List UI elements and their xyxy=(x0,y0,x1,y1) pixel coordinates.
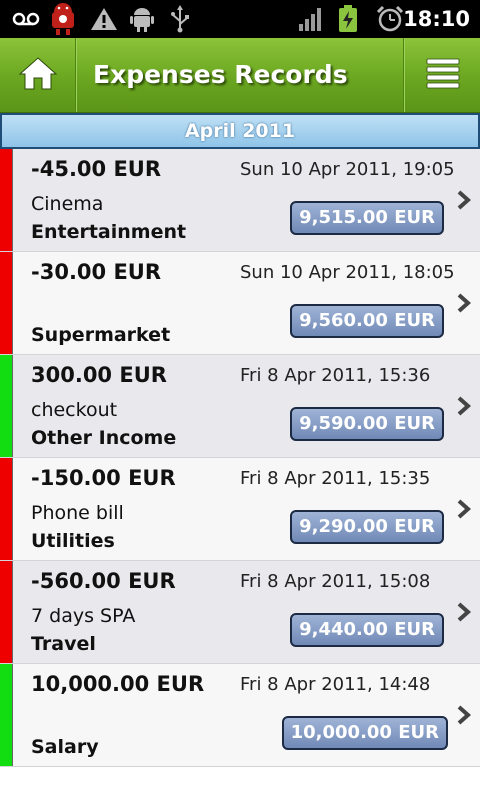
record-date: Sun 10 Apr 2011, 19:05 xyxy=(240,159,455,180)
action-bar: Expenses Records xyxy=(0,38,480,113)
record-balance-badge: 9,440.00 EUR xyxy=(290,613,444,647)
record-amount: -560.00 EUR xyxy=(31,569,176,593)
record-type-indicator xyxy=(0,664,13,766)
status-bar: 18:10 xyxy=(0,0,480,38)
record-type-indicator xyxy=(0,149,13,251)
voicemail-icon xyxy=(12,5,40,33)
menu-button[interactable] xyxy=(405,38,480,112)
record-type-indicator xyxy=(0,458,13,560)
record-category: Supermarket xyxy=(31,324,171,346)
record-note: 7 days SPA xyxy=(31,605,136,627)
alarm-icon xyxy=(376,5,404,33)
record-date: Fri 8 Apr 2011, 14:48 xyxy=(240,674,431,695)
record-amount: -45.00 EUR xyxy=(31,157,162,181)
page-title: Expenses Records xyxy=(93,60,348,89)
usb-icon xyxy=(170,5,190,33)
record-row[interactable]: -560.00 EUR Fri 8 Apr 2011, 15:08 7 days… xyxy=(0,561,480,664)
record-category: Salary xyxy=(31,736,99,758)
record-amount: 10,000.00 EUR xyxy=(31,672,205,696)
battery-charging-icon xyxy=(338,5,358,33)
records-list: -45.00 EUR Sun 10 Apr 2011, 19:05 Cinema… xyxy=(0,149,480,767)
record-type-indicator xyxy=(0,252,13,354)
android-debug-icon xyxy=(130,5,154,33)
record-row[interactable]: -30.00 EUR Sun 10 Apr 2011, 18:05 Superm… xyxy=(0,252,480,355)
record-row[interactable]: 10,000.00 EUR Fri 8 Apr 2011, 14:48 Sala… xyxy=(0,664,480,767)
home-button[interactable] xyxy=(0,38,76,112)
record-balance-badge: 9,590.00 EUR xyxy=(290,407,444,441)
record-date: Fri 8 Apr 2011, 15:08 xyxy=(240,571,431,592)
record-category: Utilities xyxy=(31,530,115,552)
record-type-indicator xyxy=(0,355,13,457)
android-alert-icon xyxy=(46,3,80,35)
record-balance-badge: 9,515.00 EUR xyxy=(290,201,444,235)
record-amount: -30.00 EUR xyxy=(31,260,162,284)
record-category: Travel xyxy=(31,633,96,655)
chevron-right-icon xyxy=(456,292,472,314)
chevron-right-icon xyxy=(456,601,472,623)
record-note: Cinema xyxy=(31,193,104,215)
chevron-right-icon xyxy=(456,189,472,211)
record-type-indicator xyxy=(0,561,13,663)
record-date: Fri 8 Apr 2011, 15:35 xyxy=(240,468,431,489)
record-balance-badge: 9,290.00 EUR xyxy=(290,510,444,544)
record-date: Sun 10 Apr 2011, 18:05 xyxy=(240,262,455,283)
menu-icon xyxy=(425,57,461,93)
status-time: 18:10 xyxy=(403,7,470,31)
chevron-right-icon xyxy=(456,704,472,726)
record-category: Entertainment xyxy=(31,221,187,243)
record-amount: 300.00 EUR xyxy=(31,363,167,387)
record-note: checkout xyxy=(31,399,118,421)
chevron-right-icon xyxy=(456,498,472,520)
record-balance-badge: 9,560.00 EUR xyxy=(290,304,444,338)
record-row[interactable]: -45.00 EUR Sun 10 Apr 2011, 19:05 Cinema… xyxy=(0,149,480,252)
record-balance-badge: 10,000.00 EUR xyxy=(281,716,448,750)
signal-icon xyxy=(298,5,324,33)
chevron-right-icon xyxy=(456,395,472,417)
record-date: Fri 8 Apr 2011, 15:36 xyxy=(240,365,431,386)
record-amount: -150.00 EUR xyxy=(31,466,176,490)
actionbar-divider xyxy=(76,38,77,112)
warning-icon xyxy=(90,5,118,33)
month-header: April 2011 xyxy=(0,113,480,149)
home-icon xyxy=(18,55,58,95)
record-row[interactable]: -150.00 EUR Fri 8 Apr 2011, 15:35 Phone … xyxy=(0,458,480,561)
record-row[interactable]: 300.00 EUR Fri 8 Apr 2011, 15:36 checkou… xyxy=(0,355,480,458)
record-note: Phone bill xyxy=(31,502,124,524)
record-category: Other Income xyxy=(31,427,177,449)
